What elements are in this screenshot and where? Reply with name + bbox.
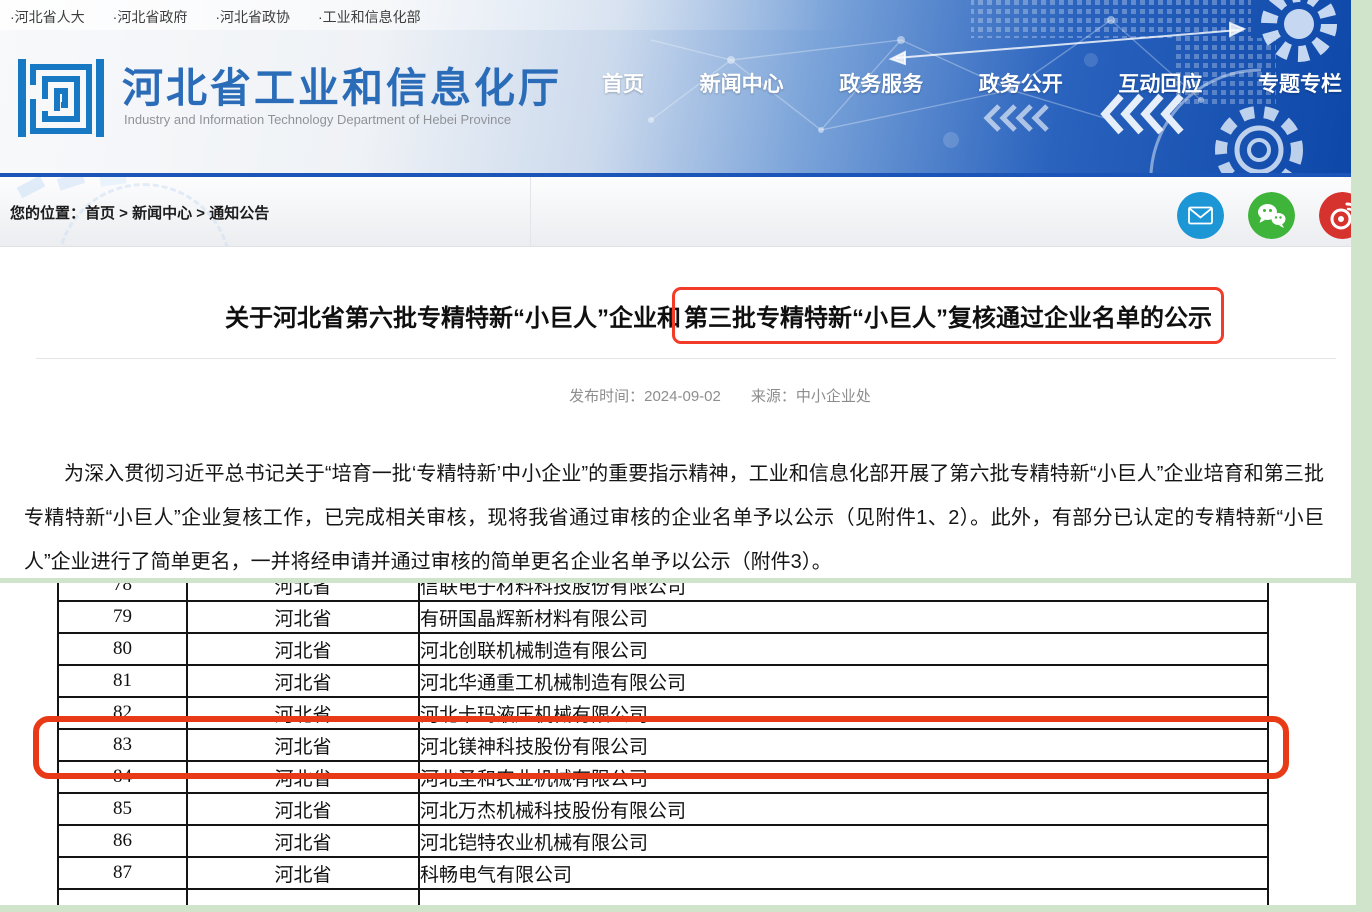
row-number: 87 xyxy=(58,857,187,889)
nav-item[interactable]: 首页 xyxy=(602,68,644,98)
row-company: 信联电子材料科技股份有限公司 xyxy=(419,583,1268,601)
row-number: 78 xyxy=(58,583,187,601)
mail-icon[interactable] xyxy=(1177,192,1224,239)
row-company: 河北卡玛液压机械有限公司 xyxy=(419,697,1268,729)
top-link[interactable]: ·河北省政协 xyxy=(215,7,290,27)
table-row-highlighted: 83 河北省 河北镁神科技股份有限公司 xyxy=(58,729,1268,761)
page-title: 关于河北省第六批专精特新“小巨人”企业和第三批专精特新“小巨人”复核通过企业名单… xyxy=(0,298,1372,333)
title-highlight-text: 第三批专精特新“小巨人”复核通过企业名单的公示 xyxy=(684,305,1212,332)
top-links: ·河北省人大 ·河北省政府 ·河北省政协 ·工业和信息化部 xyxy=(10,7,421,27)
divider xyxy=(530,177,531,246)
site-header: ·河北省人大 ·河北省政府 ·河北省政协 ·工业和信息化部 河北省工业和信息化厅 In… xyxy=(0,0,1351,173)
chevron-decoration xyxy=(987,106,1047,130)
row-number: 86 xyxy=(58,825,187,857)
row-number: 82 xyxy=(58,697,187,729)
row-province: 河北省 xyxy=(187,633,419,665)
table-row: 82 河北省 河北卡玛液压机械有限公司 xyxy=(58,697,1268,729)
row-number xyxy=(58,889,187,905)
row-company: 河北圣和农业机械有限公司 xyxy=(419,761,1268,793)
table-row: 87 河北省 科畅电气有限公司 xyxy=(58,857,1268,889)
row-province: 河北省 xyxy=(187,583,419,601)
nav-item[interactable]: 专题专栏 xyxy=(1258,68,1342,98)
row-province: 河北省 xyxy=(187,761,419,793)
publish-label: 发布时间： xyxy=(569,388,644,405)
row-number: 80 xyxy=(58,633,187,665)
gear-icon xyxy=(1221,112,1297,173)
row-company: 河北万杰机械科技股份有限公司 xyxy=(419,793,1268,825)
dash-decoration xyxy=(57,177,85,191)
social-share-icons xyxy=(1177,192,1366,239)
row-company: 河北华通重工机械制造有限公司 xyxy=(419,665,1268,697)
wechat-icon[interactable] xyxy=(1248,192,1295,239)
row-province: 河北省 xyxy=(187,729,419,761)
article-meta: 发布时间：2024-09-02 来源：中小企业处 xyxy=(0,385,1372,406)
green-frame-right xyxy=(1351,0,1372,578)
table-row: 84 河北省 河北圣和农业机械有限公司 xyxy=(58,761,1268,793)
company-table-body: 78 河北省 信联电子材料科技股份有限公司 79 河北省 有研国晶辉新材料有限公… xyxy=(58,583,1268,905)
table-row: 85 河北省 河北万杰机械科技股份有限公司 xyxy=(58,793,1268,825)
table-row: 86 河北省 河北铠特农业机械有限公司 xyxy=(58,825,1268,857)
header-divider xyxy=(0,173,1351,177)
row-province: 河北省 xyxy=(187,697,419,729)
department-logo[interactable] xyxy=(16,52,106,144)
row-company: 科畅电气有限公司 xyxy=(419,857,1268,889)
title-highlight-annotation: 第三批专精特新“小巨人”复核通过企业名单的公示 xyxy=(672,287,1224,344)
publish-date: 2024-09-02 xyxy=(644,388,721,405)
row-province: 河北省 xyxy=(187,825,419,857)
org-name-english: Industry and Information Technology Depa… xyxy=(124,112,511,127)
org-name-chinese: 河北省工业和信息化厅 xyxy=(122,54,562,114)
row-company xyxy=(419,889,1268,905)
row-company: 河北铠特农业机械有限公司 xyxy=(419,825,1268,857)
row-province xyxy=(187,889,419,905)
company-table-window: 78 河北省 信联电子材料科技股份有限公司 79 河北省 有研国晶辉新材料有限公… xyxy=(0,583,1356,905)
breadcrumb-bar: 您的位置：首页 > 新闻中心 > 通知公告 xyxy=(0,177,1351,247)
row-province: 河北省 xyxy=(187,601,419,633)
row-number: 81 xyxy=(58,665,187,697)
green-frame-right xyxy=(1356,578,1372,912)
row-number: 83 xyxy=(58,729,187,761)
row-province: 河北省 xyxy=(187,857,419,889)
company-table: 78 河北省 信联电子材料科技股份有限公司 79 河北省 有研国晶辉新材料有限公… xyxy=(57,583,1269,905)
source-label: 来源： xyxy=(751,388,796,405)
top-link[interactable]: ·工业和信息化部 xyxy=(318,7,421,27)
nav-item[interactable]: 互动回应 xyxy=(1118,68,1202,98)
article: 关于河北省第六批专精特新“小巨人”企业和第三批专精特新“小巨人”复核通过企业名单… xyxy=(0,246,1372,584)
row-number: 79 xyxy=(58,601,187,633)
top-link[interactable]: ·河北省人大 xyxy=(10,7,85,27)
gear-icon xyxy=(1269,0,1329,54)
table-row: 80 河北省 河北创联机械制造有限公司 xyxy=(58,633,1268,665)
article-paragraph: 为深入贯彻习近平总书记关于“培育一批‘专精特新’中小企业”的重要指示精神，工业和… xyxy=(24,452,1324,584)
breadcrumb: 您的位置：首页 > 新闻中心 > 通知公告 xyxy=(10,202,269,223)
source-value: 中小企业处 xyxy=(796,388,871,405)
title-divider xyxy=(36,358,1336,359)
row-company: 河北镁神科技股份有限公司 xyxy=(419,729,1268,761)
row-province: 河北省 xyxy=(187,793,419,825)
breadcrumb-label: 您的位置： xyxy=(10,205,85,222)
main-nav: 首页 新闻中心 政务服务 政务公开 互动回应 专题专栏 xyxy=(602,68,1342,98)
row-company: 河北创联机械制造有限公司 xyxy=(419,633,1268,665)
top-link[interactable]: ·河北省政府 xyxy=(113,7,188,27)
breadcrumb-path[interactable]: 首页 > 新闻中心 > 通知公告 xyxy=(85,205,269,222)
green-frame-bottom xyxy=(0,905,1372,912)
nav-item[interactable]: 新闻中心 xyxy=(700,68,784,98)
row-number: 84 xyxy=(58,761,187,793)
table-row: 78 河北省 信联电子材料科技股份有限公司 xyxy=(58,583,1268,601)
title-text: 关于河北省第六批专精特新“小巨人”企业和 xyxy=(225,305,681,332)
row-number: 85 xyxy=(58,793,187,825)
table-row: 81 河北省 河北华通重工机械制造有限公司 xyxy=(58,665,1268,697)
row-company: 有研国晶辉新材料有限公司 xyxy=(419,601,1268,633)
table-row: 79 河北省 有研国晶辉新材料有限公司 xyxy=(58,601,1268,633)
table-window-top-edge xyxy=(0,578,1372,583)
nav-item[interactable]: 政务公开 xyxy=(979,68,1063,98)
chevron-decoration xyxy=(1105,96,1181,132)
nav-item[interactable]: 政务服务 xyxy=(839,68,923,98)
table-row-partial xyxy=(58,889,1268,905)
row-province: 河北省 xyxy=(187,665,419,697)
dash-decoration xyxy=(17,177,46,198)
